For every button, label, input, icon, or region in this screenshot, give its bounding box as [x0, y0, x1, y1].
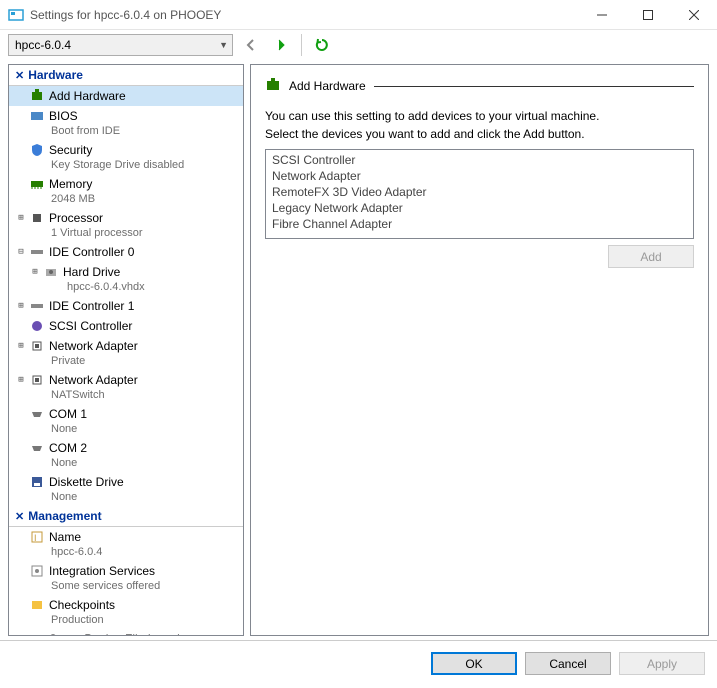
tree-sub: Key Storage Drive disabled — [15, 158, 243, 172]
checkpoint-icon — [29, 597, 45, 613]
panel-description-1: You can use this setting to add devices … — [265, 109, 694, 123]
scsi-icon — [29, 318, 45, 334]
toolbar-separator — [301, 34, 302, 56]
chevron-down-icon: ▼ — [219, 40, 228, 50]
name-icon: I — [29, 529, 45, 545]
tree-item-scsi[interactable]: SCSI Controller — [9, 316, 243, 336]
cpu-icon — [29, 210, 45, 226]
apply-button: Apply — [619, 652, 705, 675]
maximize-button[interactable] — [625, 0, 671, 30]
memory-icon — [29, 176, 45, 192]
tree-item-add-hardware[interactable]: Add Hardware — [9, 86, 243, 106]
vm-selector-combo[interactable]: hpcc-6.0.4 ▼ — [8, 34, 233, 56]
controller-icon — [29, 298, 45, 314]
integration-icon — [29, 563, 45, 579]
tree-item-ide1[interactable]: IDE Controller 1 — [9, 296, 243, 316]
list-item[interactable]: Network Adapter — [268, 168, 691, 184]
panel-header: Add Hardware — [265, 77, 694, 95]
add-hardware-icon — [265, 77, 283, 95]
paging-icon — [29, 631, 45, 636]
tree-sub: Some services offered — [15, 579, 243, 593]
network-icon — [29, 338, 45, 354]
com-port-icon — [29, 406, 45, 422]
add-hardware-icon — [29, 88, 45, 104]
expand-icon[interactable] — [15, 299, 27, 313]
toolbar: hpcc-6.0.4 ▼ — [0, 30, 717, 60]
refresh-button[interactable] — [310, 34, 334, 56]
expand-icon[interactable] — [29, 265, 41, 279]
tree-sub: 1 Virtual processor — [15, 226, 243, 240]
tree-sub: NATSwitch — [15, 388, 243, 402]
hardware-section-header[interactable]: ✕ Hardware — [9, 65, 243, 86]
collapse-icon: ✕ — [15, 510, 24, 523]
tree-item-com2[interactable]: COM 2 None — [9, 438, 243, 472]
expand-icon[interactable] — [15, 373, 27, 387]
shield-icon — [29, 142, 45, 158]
tree-sub: Boot from IDE — [15, 124, 243, 138]
tree-item-integration[interactable]: Integration Services Some services offer… — [9, 561, 243, 595]
vm-selector-value: hpcc-6.0.4 — [15, 38, 219, 52]
network-icon — [29, 372, 45, 388]
tree-item-paging[interactable]: Smart Paging File Location D:\VirtualMac… — [9, 629, 243, 636]
settings-tree[interactable]: ✕ Hardware Add Hardware BIOS Boot from I… — [8, 64, 244, 636]
diskette-icon — [29, 474, 45, 490]
panel-title: Add Hardware — [289, 79, 366, 93]
tree-item-com1[interactable]: COM 1 None — [9, 404, 243, 438]
collapse-icon[interactable] — [15, 245, 27, 259]
cancel-button[interactable]: Cancel — [525, 652, 611, 675]
detail-panel: Add Hardware You can use this setting to… — [250, 64, 709, 636]
management-section-label: Management — [28, 509, 101, 523]
hdd-icon — [43, 264, 59, 280]
tree-sub: 2048 MB — [15, 192, 243, 206]
dialog-footer: OK Cancel Apply — [0, 640, 717, 686]
tree-item-ide0[interactable]: IDE Controller 0 — [9, 242, 243, 262]
tree-item-processor[interactable]: Processor 1 Virtual processor — [9, 208, 243, 242]
list-item[interactable]: SCSI Controller — [268, 152, 691, 168]
expand-icon[interactable] — [15, 211, 27, 225]
expand-icon[interactable] — [15, 339, 27, 353]
nav-forward-button[interactable] — [269, 34, 293, 56]
window-title: Settings for hpcc-6.0.4 on PHOOEY — [30, 8, 579, 22]
close-button[interactable] — [671, 0, 717, 30]
list-item[interactable]: Fibre Channel Adapter — [268, 216, 691, 232]
add-button: Add — [608, 245, 694, 268]
ok-button[interactable]: OK — [431, 652, 517, 675]
list-item[interactable]: RemoteFX 3D Video Adapter — [268, 184, 691, 200]
tree-item-bios[interactable]: BIOS Boot from IDE — [9, 106, 243, 140]
tree-item-memory[interactable]: Memory 2048 MB — [9, 174, 243, 208]
tree-sub: None — [15, 490, 243, 504]
tree-sub: hpcc-6.0.4 — [15, 545, 243, 559]
panel-description-2: Select the devices you want to add and c… — [265, 127, 694, 141]
com-port-icon — [29, 440, 45, 456]
controller-icon — [29, 244, 45, 260]
management-section-header[interactable]: ✕ Management — [9, 506, 243, 527]
tree-item-network1[interactable]: Network Adapter Private — [9, 336, 243, 370]
tree-sub: None — [15, 456, 243, 470]
tree-item-hard-drive[interactable]: Hard Drive hpcc-6.0.4.vhdx — [9, 262, 243, 296]
nav-back-button[interactable] — [239, 34, 263, 56]
tree-sub: hpcc-6.0.4.vhdx — [15, 280, 243, 294]
svg-text:I: I — [34, 533, 37, 543]
collapse-icon: ✕ — [15, 69, 24, 82]
hardware-section-label: Hardware — [28, 68, 83, 82]
tree-item-name[interactable]: IName hpcc-6.0.4 — [9, 527, 243, 561]
tree-item-security[interactable]: Security Key Storage Drive disabled — [9, 140, 243, 174]
bios-icon — [29, 108, 45, 124]
tree-item-checkpoints[interactable]: Checkpoints Production — [9, 595, 243, 629]
header-rule — [374, 86, 694, 87]
titlebar: Settings for hpcc-6.0.4 on PHOOEY — [0, 0, 717, 30]
tree-item-network2[interactable]: Network Adapter NATSwitch — [9, 370, 243, 404]
list-item[interactable]: Legacy Network Adapter — [268, 200, 691, 216]
app-icon — [8, 7, 24, 23]
hardware-listbox[interactable]: SCSI Controller Network Adapter RemoteFX… — [265, 149, 694, 239]
minimize-button[interactable] — [579, 0, 625, 30]
tree-sub: Private — [15, 354, 243, 368]
tree-sub: Production — [15, 613, 243, 627]
tree-sub: None — [15, 422, 243, 436]
tree-item-diskette[interactable]: Diskette Drive None — [9, 472, 243, 506]
